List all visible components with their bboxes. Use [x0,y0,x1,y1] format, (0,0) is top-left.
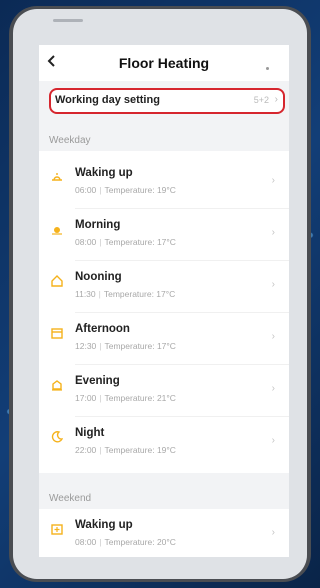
chevron-right-icon: › [271,383,275,394]
header: Floor Heating [39,45,289,81]
weekday-section-label: Weekday [49,135,91,146]
sunrise-icon [52,173,62,181]
list-item-nooning[interactable]: Nooning 11:30 | Temperature: 17°C › [39,261,289,313]
item-title: Morning [75,219,121,231]
weekday-list: Waking up 06:00 | Temperature: 19°C › Morn… [39,151,289,473]
speaker-slot [53,19,83,22]
working-day-value: 5+2 [253,95,269,105]
list-item-weekend-waking-up[interactable]: Waking up 08:00 | Temperature: 20°C › [39,509,289,557]
list-item-evening[interactable]: Evening 17:00 | Temperature: 21°C › [39,365,289,417]
list-item-waking-up[interactable]: Waking up 06:00 | Temperature: 19°C › [39,157,289,209]
sun-icon [52,227,62,235]
working-day-label: Working day setting [55,94,160,106]
chevron-right-icon: › [274,94,278,105]
item-subtitle: 08:00 | Temperature: 17°C [75,237,176,247]
item-subtitle: 06:00 | Temperature: 19°C [75,185,176,195]
item-subtitle: 17:00 | Temperature: 21°C [75,393,176,403]
list-item-afternoon[interactable]: Afternoon 12:30 | Temperature: 17°C › [39,313,289,365]
chevron-right-icon: › [271,331,275,342]
item-title: Waking up [75,167,133,179]
item-subtitle: 12:30 | Temperature: 17°C [75,341,176,351]
list-item-morning[interactable]: Morning 08:00 | Temperature: 17°C › [39,209,289,261]
page-title: Floor Heating [118,55,210,71]
weekend-section-label: Weekend [49,493,92,504]
item-title: Waking up [75,519,133,531]
item-subtitle: 22:00 | Temperature: 19°C [75,445,176,455]
working-day-setting-row[interactable]: Working day setting 5+2 › [49,88,285,114]
chevron-right-icon: › [271,527,275,538]
moon-icon [51,431,63,443]
sunrise-icon [51,524,63,535]
chevron-right-icon: › [271,279,275,290]
item-subtitle: 11:30 | Temperature: 17°C [75,289,176,299]
chevron-right-icon: › [271,175,275,186]
item-title: Afternoon [75,323,130,335]
calendar-icon [51,328,63,339]
more-icon[interactable] [266,67,269,70]
app-screen: Floor Heating Working day setting 5+2 › … [39,45,289,557]
item-title: Night [75,427,105,439]
house-icon [52,380,62,391]
item-title: Nooning [75,271,122,283]
weekend-list: Waking up 08:00 | Temperature: 20°C › [39,509,289,557]
phone-bezel: Floor Heating Working day setting 5+2 › … [13,9,307,579]
phone-frame: Floor Heating Working day setting 5+2 › … [9,6,311,582]
list-item-night[interactable]: Night 22:00 | Temperature: 19°C › [39,417,289,469]
chevron-right-icon: › [271,227,275,238]
item-subtitle: 08:00 | Temperature: 20°C [75,537,176,547]
chevron-right-icon: › [271,435,275,446]
home-icon [51,275,63,287]
status-area [13,9,307,37]
item-title: Evening [75,375,120,387]
